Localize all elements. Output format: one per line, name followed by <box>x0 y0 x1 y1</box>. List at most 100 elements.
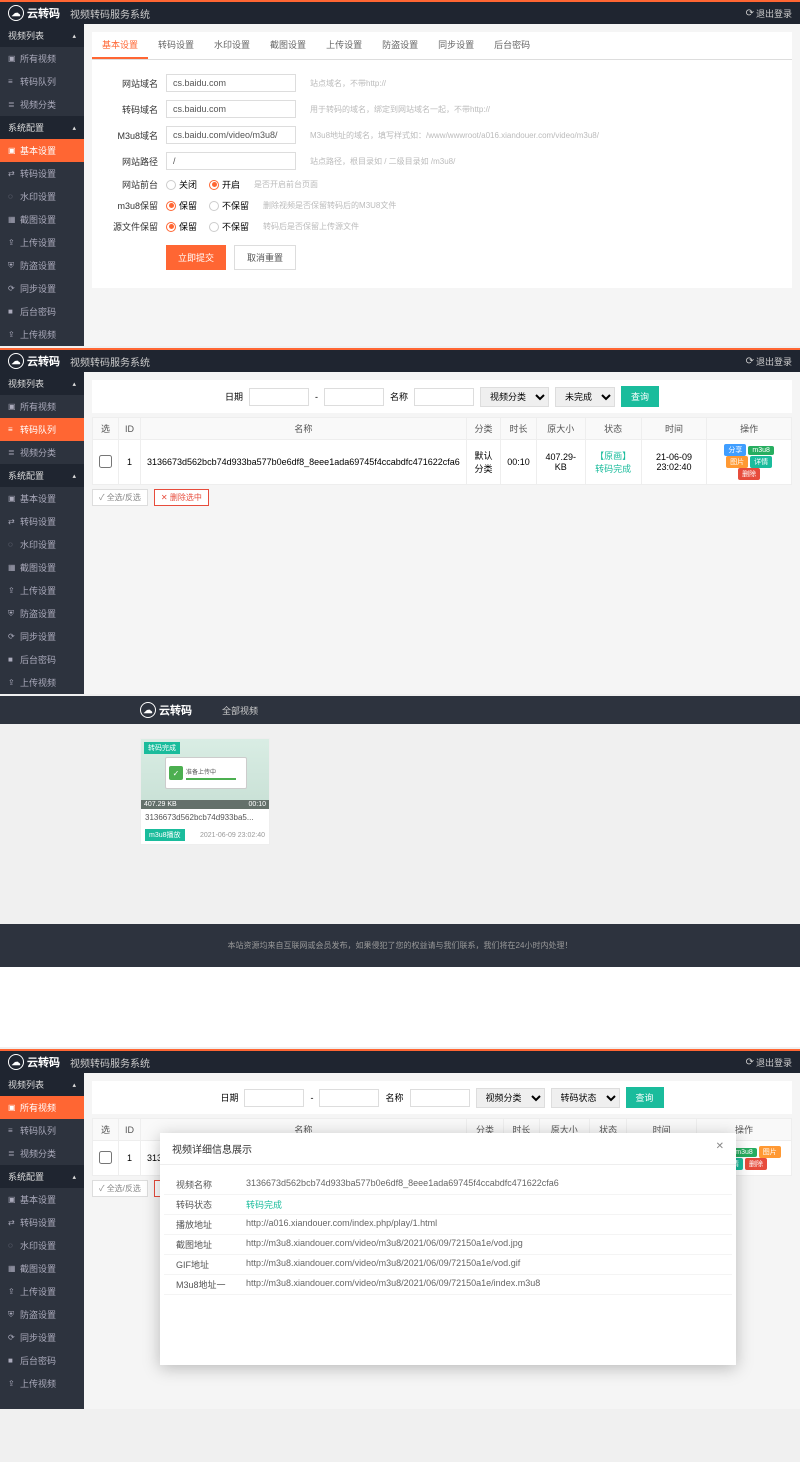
tab[interactable]: 后台密码 <box>484 32 540 59</box>
op-tag[interactable]: m3u8 <box>748 446 774 455</box>
name-input[interactable] <box>414 388 474 406</box>
nav-item[interactable]: ■后台密码 <box>0 1349 84 1372</box>
text-input[interactable] <box>166 152 296 170</box>
category-select[interactable]: 视频分类 <box>476 1088 545 1108</box>
modal-value: http://m3u8.xiandouer.com/video/m3u8/202… <box>246 1258 720 1271</box>
nav-item[interactable]: ⇄转码设置 <box>0 510 84 533</box>
modal-row: 播放地址http://a016.xiandouer.com/index.php/… <box>164 1215 732 1235</box>
reset-button[interactable]: 取消重置 <box>234 245 296 270</box>
tab[interactable]: 水印设置 <box>204 32 260 59</box>
op-tag[interactable]: 图片 <box>726 456 748 468</box>
nav-group[interactable]: 视频列表 <box>0 1073 84 1096</box>
nav-item[interactable]: ⇪上传视频 <box>0 671 84 694</box>
status-select[interactable]: 未完成 <box>555 387 615 407</box>
nav-item[interactable]: ≡转码队列 <box>0 1119 84 1142</box>
radio-option[interactable]: 保留 <box>166 199 197 212</box>
op-tag[interactable]: 图片 <box>759 1146 781 1158</box>
nav-group[interactable]: 系统配置 <box>0 464 84 487</box>
date-from-input[interactable] <box>249 388 309 406</box>
tab[interactable]: 同步设置 <box>428 32 484 59</box>
nav-item[interactable]: ≡转码队列 <box>0 418 84 441</box>
submit-button[interactable]: 立即提交 <box>166 245 226 270</box>
nav-label: 所有视频 <box>20 1101 56 1114</box>
date-to-input[interactable] <box>324 388 384 406</box>
logout-link[interactable]: 退出登录 <box>746 355 792 368</box>
tab[interactable]: 防盗设置 <box>372 32 428 59</box>
status-select[interactable]: 转码状态 <box>551 1088 620 1108</box>
nav-label: 基本设置 <box>20 144 56 157</box>
nav-all-videos[interactable]: 全部视频 <box>222 704 258 717</box>
nav-item[interactable]: ▣所有视频 <box>0 47 84 70</box>
op-tag[interactable]: 分享 <box>724 444 746 456</box>
logout-link[interactable]: 退出登录 <box>746 7 792 20</box>
nav-item[interactable]: ≣视频分类 <box>0 1142 84 1165</box>
form-row: 网站前台关闭开启是否开启前台页面 <box>92 174 792 195</box>
nav-item[interactable]: ◌水印设置 <box>0 1234 84 1257</box>
select-all-button[interactable]: ✓ 全选/反选 <box>92 1180 148 1197</box>
nav-item[interactable]: ⇪上传视频 <box>0 323 84 346</box>
op-tag[interactable]: 删除 <box>738 468 760 480</box>
select-all-button[interactable]: ✓ 全选/反选 <box>92 489 148 506</box>
nav-item[interactable]: ≣视频分类 <box>0 441 84 464</box>
delete-selected-button[interactable]: ✕ 删除选中 <box>154 489 209 506</box>
nav-item[interactable]: ⟳同步设置 <box>0 625 84 648</box>
video-card[interactable]: 转码完成 ✓ 准备上传中 407.29 KB 00:10 3136673d562… <box>140 738 270 845</box>
nav-item[interactable]: ▣基本设置 <box>0 487 84 510</box>
date-to-input[interactable] <box>319 1089 379 1107</box>
nav-item[interactable]: ■后台密码 <box>0 300 84 323</box>
nav-item[interactable]: ⇪上传视频 <box>0 1372 84 1395</box>
nav-group[interactable]: 系统配置 <box>0 1165 84 1188</box>
nav-item[interactable]: ▦截图设置 <box>0 556 84 579</box>
op-tag[interactable]: 详情 <box>750 456 772 468</box>
nav-item[interactable]: ⇪上传设置 <box>0 579 84 602</box>
radio-option[interactable]: 开启 <box>209 178 240 191</box>
tab[interactable]: 上传设置 <box>316 32 372 59</box>
category-select[interactable]: 视频分类 <box>480 387 549 407</box>
nav-icon: ▣ <box>8 146 16 155</box>
nav-item[interactable]: ⇪上传设置 <box>0 1280 84 1303</box>
nav-item[interactable]: ▦截图设置 <box>0 208 84 231</box>
text-input[interactable] <box>166 126 296 144</box>
text-input[interactable] <box>166 100 296 118</box>
nav-item[interactable]: ⟳同步设置 <box>0 277 84 300</box>
logout-link[interactable]: 退出登录 <box>746 1056 792 1069</box>
nav-group[interactable]: 视频列表 <box>0 24 84 47</box>
nav-item[interactable]: ⇄转码设置 <box>0 1211 84 1234</box>
radio-option[interactable]: 不保留 <box>209 199 249 212</box>
nav-item[interactable]: ⇄转码设置 <box>0 162 84 185</box>
nav-item[interactable]: ⛨防盗设置 <box>0 254 84 277</box>
nav-item[interactable]: ⛨防盗设置 <box>0 1303 84 1326</box>
nav-item[interactable]: ≣视频分类 <box>0 93 84 116</box>
nav-item[interactable]: ≡转码队列 <box>0 70 84 93</box>
m3u8-play-badge[interactable]: m3u8播放 <box>145 829 185 841</box>
close-icon[interactable]: ✕ <box>716 1141 724 1156</box>
date-from-input[interactable] <box>244 1089 304 1107</box>
nav-group[interactable]: 视频列表 <box>0 372 84 395</box>
nav-item[interactable]: ⇪上传设置 <box>0 231 84 254</box>
nav-item[interactable]: ▣ 基本设置 <box>0 139 84 162</box>
text-input[interactable] <box>166 74 296 92</box>
nav-item[interactable]: ◌水印设置 <box>0 185 84 208</box>
search-button[interactable]: 查询 <box>626 1087 664 1108</box>
nav-group[interactable]: 系统配置 <box>0 116 84 139</box>
nav-item[interactable]: ▦截图设置 <box>0 1257 84 1280</box>
nav-item[interactable]: ⟳同步设置 <box>0 1326 84 1349</box>
radio-option[interactable]: 关闭 <box>166 178 197 191</box>
radio-option[interactable]: 不保留 <box>209 220 249 233</box>
row-checkbox[interactable] <box>99 455 112 468</box>
search-button[interactable]: 查询 <box>621 386 659 407</box>
nav-item[interactable]: ▣所有视频 <box>0 395 84 418</box>
nav-item[interactable]: ⛨防盗设置 <box>0 602 84 625</box>
nav-item[interactable]: ■后台密码 <box>0 648 84 671</box>
name-input[interactable] <box>410 1089 470 1107</box>
nav-item[interactable]: ▣所有视频 <box>0 1096 84 1119</box>
row-checkbox[interactable] <box>99 1151 112 1164</box>
op-tag[interactable]: 删除 <box>745 1158 767 1170</box>
nav-icon: ▦ <box>8 563 16 572</box>
nav-item[interactable]: ▣基本设置 <box>0 1188 84 1211</box>
tab[interactable]: 截图设置 <box>260 32 316 59</box>
tab[interactable]: 转码设置 <box>148 32 204 59</box>
nav-item[interactable]: ◌水印设置 <box>0 533 84 556</box>
radio-option[interactable]: 保留 <box>166 220 197 233</box>
tab[interactable]: 基本设置 <box>92 32 148 59</box>
